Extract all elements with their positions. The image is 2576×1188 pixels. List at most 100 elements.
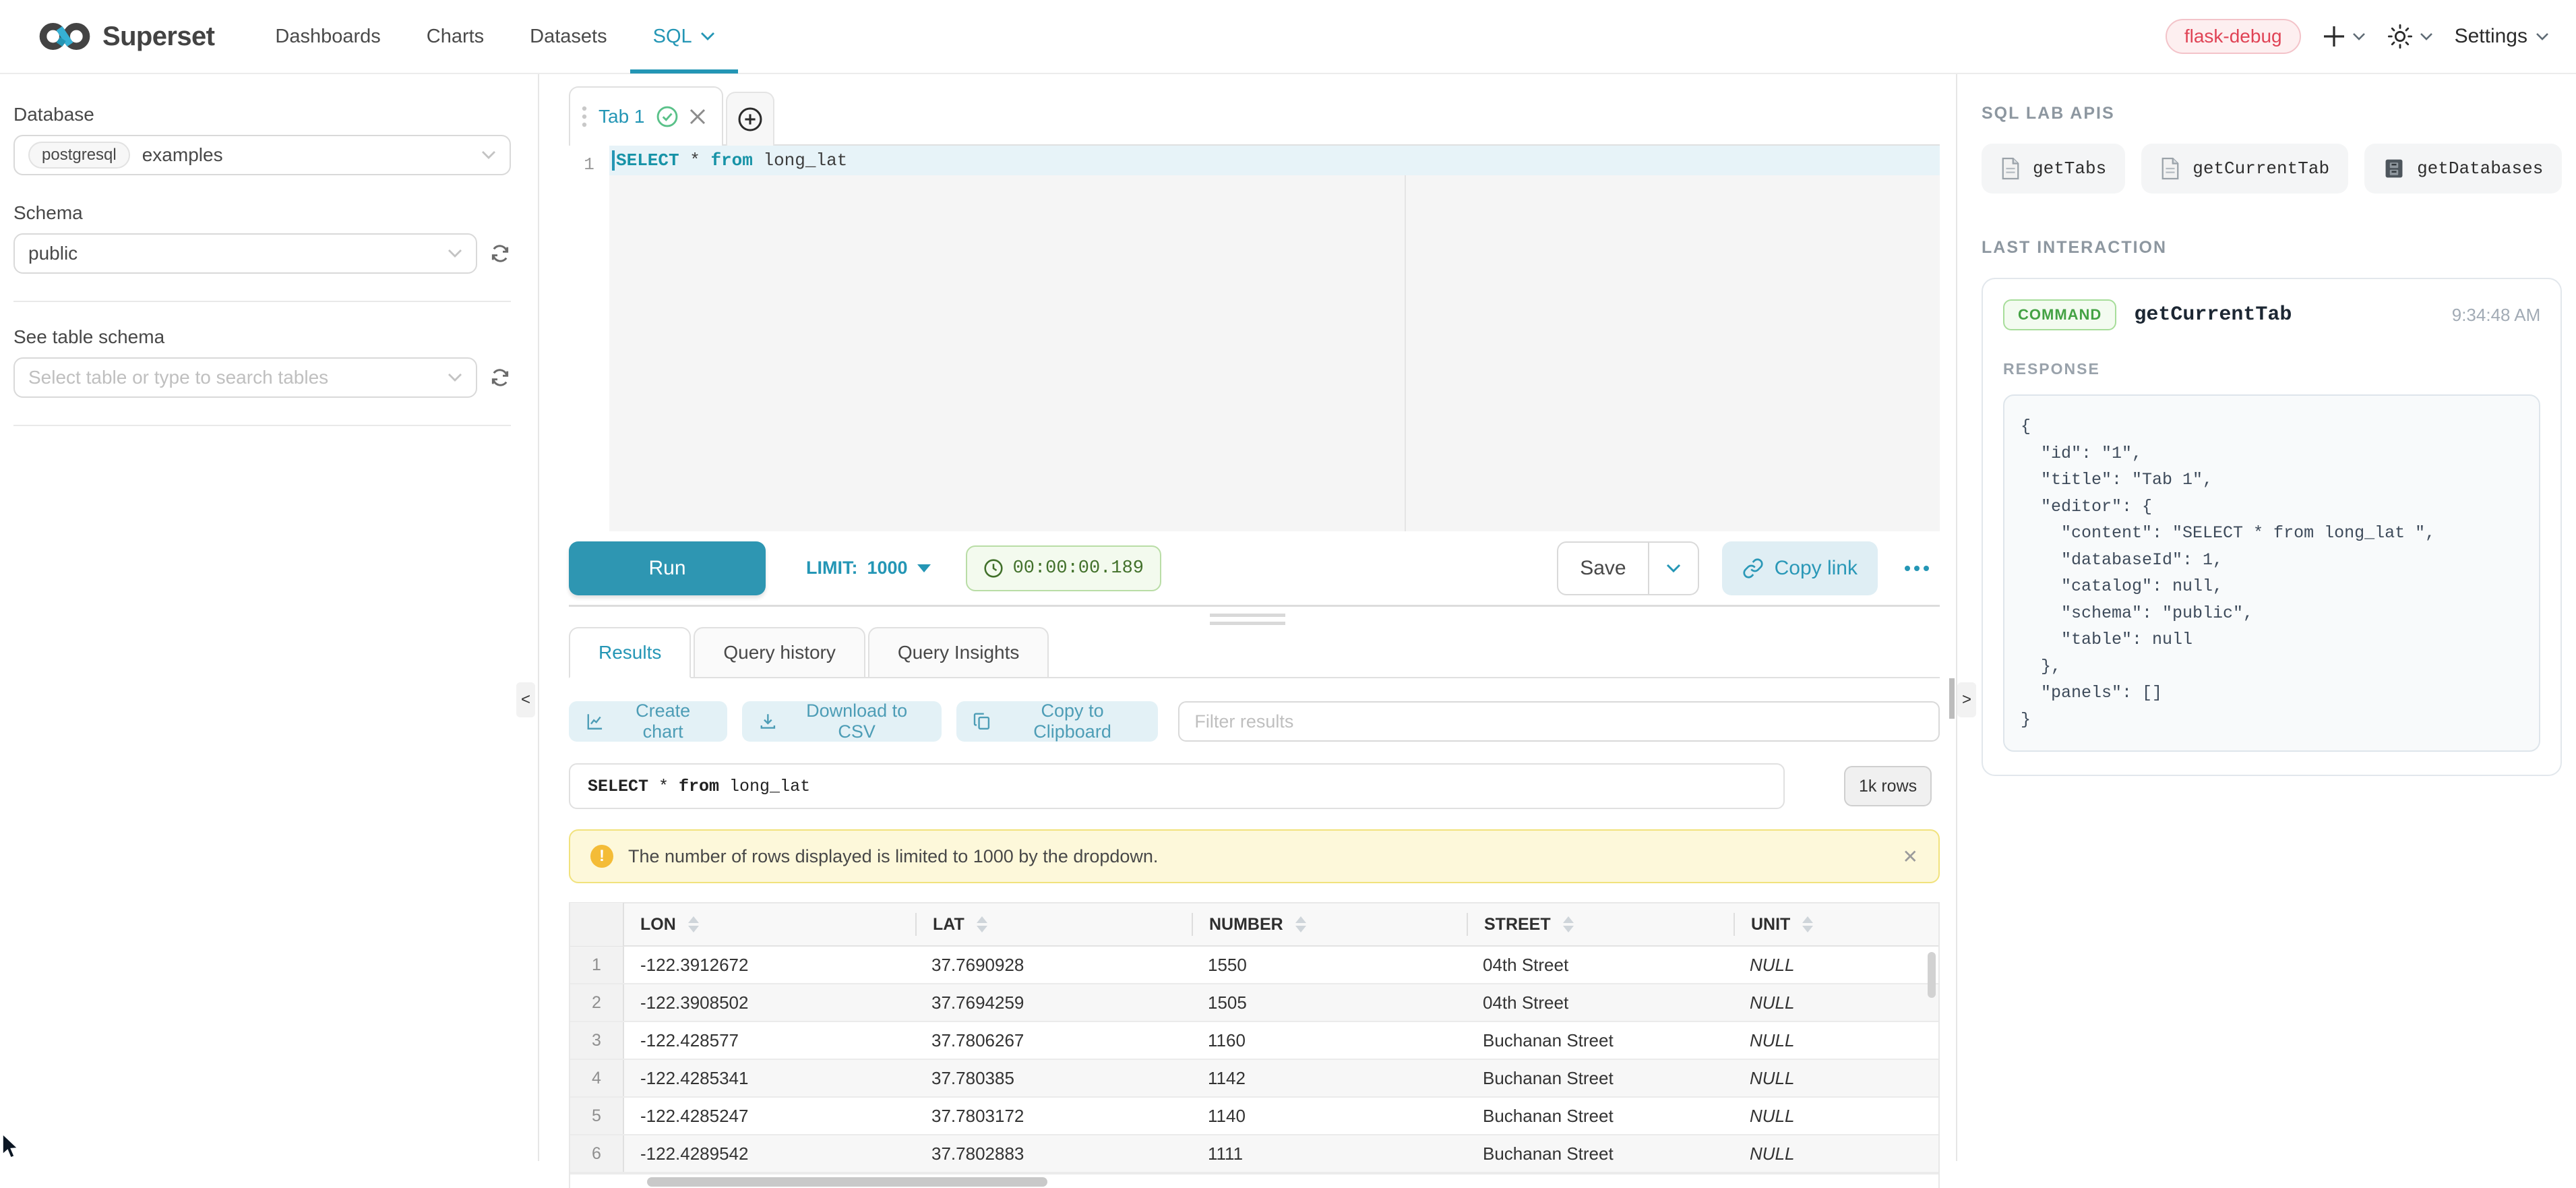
table-row[interactable]: 2 -122.3908502 37.7694259 1505 04th Stre…: [570, 984, 1938, 1022]
save-button[interactable]: Save: [1557, 541, 1649, 595]
collapse-sidebar-handle[interactable]: <: [516, 682, 535, 717]
drag-dots-icon: [581, 105, 588, 129]
close-icon[interactable]: [689, 109, 706, 125]
sql-code-editor[interactable]: 1 SELECT * from long_lat: [569, 146, 1940, 531]
collapse-api-panel-handle[interactable]: >: [1957, 682, 1976, 717]
table-row[interactable]: 5 -122.4285247 37.7803172 1140 Buchanan …: [570, 1098, 1938, 1135]
download-csv-button[interactable]: Download to CSV: [742, 701, 942, 742]
navbar: Superset Dashboards Charts Datasets SQL …: [0, 0, 2576, 74]
mouse-cursor: [1, 1134, 23, 1161]
column-header-unit[interactable]: UNIT: [1734, 913, 1938, 936]
sql-editor-panel: Tab 1 1 SELECT * from long_lat Run LIMIT…: [539, 74, 1957, 1161]
schema-label: Schema: [13, 202, 511, 224]
table-row[interactable]: 3 -122.428577 37.7806267 1160 Buchanan S…: [570, 1022, 1938, 1060]
query-preview[interactable]: SELECT * from long_lat: [569, 763, 1785, 809]
copy-icon: [973, 711, 992, 732]
superset-logo[interactable]: Superset: [38, 18, 214, 55]
column-header-lat[interactable]: LAT: [915, 913, 1192, 936]
database-select[interactable]: postgresql examples: [13, 135, 511, 175]
filter-results-input[interactable]: [1178, 701, 1940, 742]
card-file-box-icon: [2383, 158, 2405, 179]
editor-gutter: 1: [569, 146, 609, 531]
print-margin-line: [1405, 146, 1406, 531]
check-circle-icon: [656, 105, 679, 128]
tab-results[interactable]: Results: [569, 627, 691, 678]
sort-icon[interactable]: [1295, 916, 1306, 932]
more-menu-button[interactable]: [1905, 566, 1929, 571]
editor-code-area: SELECT * from long_lat: [609, 146, 1940, 531]
navbar-right: flask-debug Settings: [2166, 19, 2549, 54]
database-label: Database: [13, 104, 511, 125]
editor-toolbar: Run LIMIT: 1000 00:00:00.189 Save: [569, 531, 1940, 607]
run-button[interactable]: Run: [569, 541, 766, 595]
query-preview-row: SELECT * from long_lat 1k rows: [569, 763, 1940, 809]
database-type-tag: postgresql: [28, 142, 130, 169]
table-select-placeholder: Select table or type to search tables: [28, 367, 328, 388]
warning-text: The number of rows displayed is limited …: [628, 846, 1158, 867]
schema-value: public: [28, 243, 78, 264]
table-select[interactable]: Select table or type to search tables: [13, 357, 477, 398]
command-name: getCurrentTab: [2134, 303, 2292, 326]
limit-dropdown[interactable]: LIMIT: 1000: [806, 558, 931, 578]
scrollbar-thumb[interactable]: [647, 1177, 1047, 1187]
results-tabstrip: Results Query history Query Insights: [569, 627, 1940, 678]
nav-sql[interactable]: SQL: [630, 0, 738, 73]
panel-scrollbar[interactable]: [1949, 678, 1955, 719]
get-current-tab-button[interactable]: getCurrentTab: [2141, 144, 2348, 194]
editor-tab-1[interactable]: Tab 1: [569, 86, 723, 146]
sort-icon[interactable]: [1802, 916, 1813, 932]
chevron-down-icon: [2420, 32, 2433, 40]
new-item-button[interactable]: [2323, 25, 2366, 48]
chevron-down-icon: [448, 249, 462, 258]
line-number: 1: [569, 150, 609, 179]
get-tabs-button[interactable]: getTabs: [1982, 144, 2125, 194]
tab-title: Tab 1: [599, 106, 645, 127]
last-interaction-card: COMMAND getCurrentTab 9:34:48 AM RESPONS…: [1982, 278, 2562, 776]
results-actions: Create chart Download to CSV Copy to Cli…: [569, 701, 1940, 742]
save-dropdown-button[interactable]: [1649, 541, 1699, 595]
response-json: { "id": "1", "title": "Tab 1", "editor":…: [2003, 394, 2540, 752]
sql-lab-api-panel: SQL LAB APIS getTabs getCurrentTab getDa…: [1957, 74, 2576, 1161]
api-panel-title: SQL LAB APIS: [1982, 104, 2562, 123]
column-header-number[interactable]: NUMBER: [1192, 913, 1467, 936]
settings-menu[interactable]: Settings: [2455, 25, 2549, 48]
sort-icon[interactable]: [977, 916, 987, 932]
superset-logo-icon: [38, 18, 92, 55]
column-header-lon[interactable]: LON: [624, 913, 915, 936]
create-chart-button[interactable]: Create chart: [569, 701, 727, 742]
theme-toggle[interactable]: [2387, 24, 2433, 49]
chevron-down-icon: [448, 373, 462, 382]
sort-icon[interactable]: [1563, 916, 1574, 932]
tab-query-history[interactable]: Query history: [694, 627, 865, 678]
plus-icon: [2323, 25, 2345, 48]
api-buttons: getTabs getCurrentTab getDatabases: [1982, 144, 2562, 194]
row-limit-warning: ! The number of rows displayed is limite…: [569, 829, 1940, 883]
nav-dashboards[interactable]: Dashboards: [252, 0, 403, 73]
results-section: Results Query history Query Insights Cre…: [569, 607, 1940, 1188]
copy-clipboard-button[interactable]: Copy to Clipboard: [956, 701, 1158, 742]
clock-icon: [983, 558, 1004, 578]
sql-lab-sidebar: Database postgresql examples Schema publ…: [0, 74, 539, 1161]
database-value: examples: [142, 144, 223, 166]
column-header-street[interactable]: STREET: [1467, 913, 1734, 936]
copy-link-button[interactable]: Copy link: [1722, 541, 1878, 595]
table-row[interactable]: 1 -122.3912672 37.7690928 1550 04th Stre…: [570, 947, 1938, 984]
refresh-icon[interactable]: [489, 367, 511, 388]
get-databases-button[interactable]: getDatabases: [2364, 144, 2562, 194]
schema-select[interactable]: public: [13, 233, 477, 274]
warning-close-icon[interactable]: ✕: [1903, 845, 1918, 868]
sort-icon[interactable]: [688, 916, 699, 932]
nav-datasets[interactable]: Datasets: [507, 0, 630, 73]
vertical-scrollbar[interactable]: [1928, 952, 1936, 998]
chevron-down-icon: [700, 32, 715, 41]
table-row[interactable]: 4 -122.4285341 37.780385 1142 Buchanan S…: [570, 1060, 1938, 1098]
refresh-icon[interactable]: [489, 243, 511, 264]
resize-drag-handle[interactable]: [1210, 614, 1285, 630]
nav-charts[interactable]: Charts: [404, 0, 507, 73]
horizontal-scrollbar[interactable]: [570, 1173, 1938, 1188]
row-count-badge: 1k rows: [1844, 766, 1932, 806]
table-row[interactable]: 6 -122.4289542 37.7802883 1111 Buchanan …: [570, 1135, 1938, 1173]
editor-active-line: SELECT * from long_lat: [609, 146, 1940, 175]
tab-query-insights[interactable]: Query Insights: [868, 627, 1049, 678]
add-tab-button[interactable]: [726, 92, 774, 146]
